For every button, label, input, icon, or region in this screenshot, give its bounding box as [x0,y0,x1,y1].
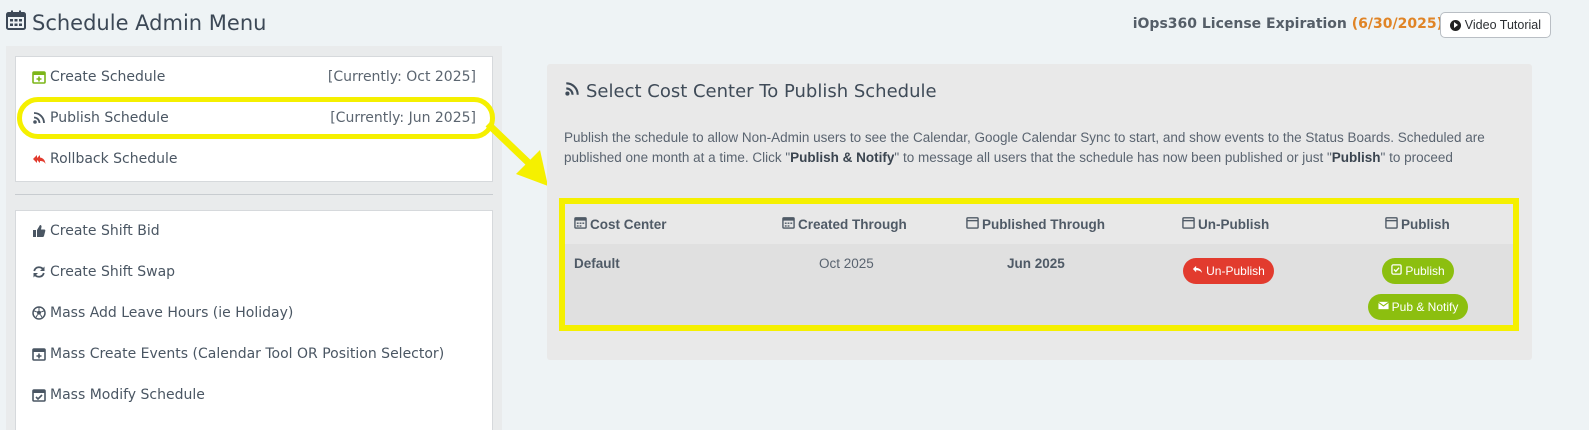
calendar-icon [574,216,587,232]
refresh-icon [32,265,46,279]
cost-center-table: Cost Center Created Through Published Th… [559,198,1519,331]
cell-created-through: Oct 2025 [819,256,874,271]
rss-icon [564,81,580,102]
header-cost-center: Cost Center [574,216,667,232]
calendar-plus-icon [32,70,46,84]
menu-item-mass-modify-schedule[interactable]: Mass Modify Schedule [32,384,476,406]
calendar-check-icon [32,388,46,402]
header-created-through: Created Through [782,216,907,232]
license-date: (6/30/2025) [1351,16,1443,32]
play-icon [1449,19,1461,31]
calendar-outline-icon [966,216,979,232]
header-un-publish: Un-Publish [1182,216,1269,232]
menu-item-create-schedule[interactable]: Create Schedule [Currently: Oct 2025] [32,66,476,88]
publish-schedule-panel: Select Cost Center To Publish Schedule P… [547,64,1532,360]
calendar-outline-icon [1182,216,1195,232]
menu-item-mass-add-leave-hours[interactable]: Mass Add Leave Hours (ie Holiday) [32,302,476,324]
menu-item-create-shift-bid[interactable]: Create Shift Bid [32,220,476,242]
check-square-icon [1391,264,1403,278]
license-expiration: iOps360 License Expiration (6/30/2025) [1132,16,1443,32]
header-publish: Publish [1385,216,1450,232]
pub-and-notify-button[interactable]: Pub & Notify [1368,294,1468,320]
calendar-outline-icon [1385,216,1398,232]
calendar-icon [782,216,795,232]
menu-item-rollback-schedule[interactable]: Rollback Schedule [32,148,476,170]
menu-item-mass-create-events[interactable]: Mass Create Events (Calendar Tool OR Pos… [32,343,476,365]
cell-published-through: Jun 2025 [1007,256,1065,271]
menu-item-create-shift-swap[interactable]: Create Shift Swap [32,261,476,283]
panel-description: Publish the schedule to allow Non-Admin … [564,130,1485,165]
video-tutorial-button[interactable]: Video Tutorial [1439,12,1551,38]
top-bar: Schedule Admin Menu iOps360 License Expi… [0,0,1589,48]
envelope-icon [1377,300,1389,314]
calendar-plus-icon [32,347,46,361]
undo-icon [1192,264,1203,278]
shift-menu-card: Create Shift Bid Create Shift Swap Mass … [15,210,493,430]
cell-cost-center: Default [574,256,620,271]
thumbs-up-icon [32,224,46,238]
soccer-ball-icon [32,306,46,320]
page-title: Schedule Admin Menu [6,10,266,35]
current-month-badge: [Currently: Oct 2025] [327,69,476,85]
highlight-ellipse [17,97,495,139]
menu-divider [15,194,493,195]
un-publish-button[interactable]: Un-Publish [1183,258,1274,284]
table-header: Cost Center Created Through Published Th… [565,204,1513,244]
panel-title: Select Cost Center To Publish Schedule [564,81,937,102]
reply-all-icon [32,152,46,166]
header-published-through: Published Through [966,216,1105,232]
publish-button[interactable]: Publish [1382,258,1454,284]
calendar-icon [6,10,26,35]
